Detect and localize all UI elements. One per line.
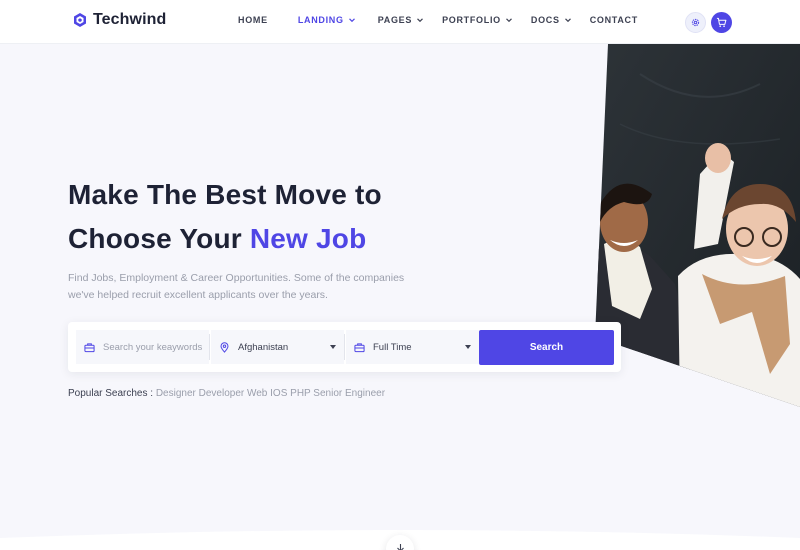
caret-down-icon [465, 345, 471, 349]
nav-item-label: PORTFOLIO [442, 15, 501, 25]
gear-icon [691, 18, 700, 27]
field-divider [344, 334, 345, 360]
top-navbar: Techwind HOME LANDING PAGES PORTFOLIO DO… [0, 0, 800, 44]
job-type-select[interactable]: Full Time [346, 330, 479, 364]
location-select[interactable]: Afghanistan [211, 330, 344, 364]
cart-button[interactable] [711, 12, 732, 33]
brand-name: Techwind [93, 11, 167, 28]
hero-headline: Make The Best Move to Choose Your New Jo… [68, 173, 382, 261]
nav-item-docs[interactable]: DOCS [531, 15, 572, 25]
settings-button[interactable] [685, 12, 706, 33]
map-pin-icon [220, 341, 229, 353]
nav-item-contact[interactable]: CONTACT [590, 15, 638, 25]
popular-tags[interactable]: Designer Developer Web IOS PHP Senior En… [156, 388, 385, 399]
main-menu: HOME LANDING PAGES PORTFOLIO DOCS CONTAC… [238, 15, 638, 25]
hero-subtext: Find Jobs, Employment & Career Opportuni… [68, 272, 405, 301]
popular-label: Popular Searches : [68, 388, 156, 399]
nav-item-landing[interactable]: LANDING [298, 15, 356, 25]
chevron-down-icon [505, 18, 512, 23]
shopping-cart-icon [716, 17, 727, 27]
headline-accent: New Job [249, 223, 367, 254]
headline-prefix: Choose Your [68, 223, 250, 254]
chevron-down-icon [348, 18, 355, 23]
briefcase-icon [84, 342, 95, 352]
nav-item-label: CONTACT [589, 15, 638, 25]
nav-item-label: LANDING [297, 15, 344, 25]
headline-line-1: Make The Best Move to [68, 179, 382, 210]
popular-searches: Popular Searches : Designer Developer We… [68, 388, 385, 399]
chevron-down-icon [564, 18, 571, 23]
nav-item-pages[interactable]: PAGES [378, 15, 424, 25]
field-divider [209, 334, 210, 360]
nav-item-portfolio[interactable]: PORTFOLIO [442, 15, 513, 25]
brand-logo[interactable]: Techwind [72, 11, 166, 29]
nav-item-label: PAGES [377, 15, 413, 25]
hexagon-logo-icon [74, 13, 86, 27]
job-search-form: Afghanistan Full Time Search [68, 322, 621, 372]
chevron-down-icon [417, 18, 423, 23]
keyword-field [76, 330, 213, 364]
arrow-down-icon [396, 544, 404, 550]
headline-line-2: Choose Your New Job [68, 217, 382, 261]
briefcase-icon [354, 342, 365, 352]
caret-down-icon [330, 345, 336, 349]
nav-item-home[interactable]: HOME [238, 15, 268, 25]
job-type-value: Full Time [373, 341, 412, 353]
nav-item-label: DOCS [530, 15, 560, 25]
location-value: Afghanistan [238, 341, 289, 353]
nav-item-label: HOME [238, 15, 268, 25]
keyword-input[interactable] [103, 341, 213, 353]
search-button[interactable]: Search [479, 330, 614, 365]
